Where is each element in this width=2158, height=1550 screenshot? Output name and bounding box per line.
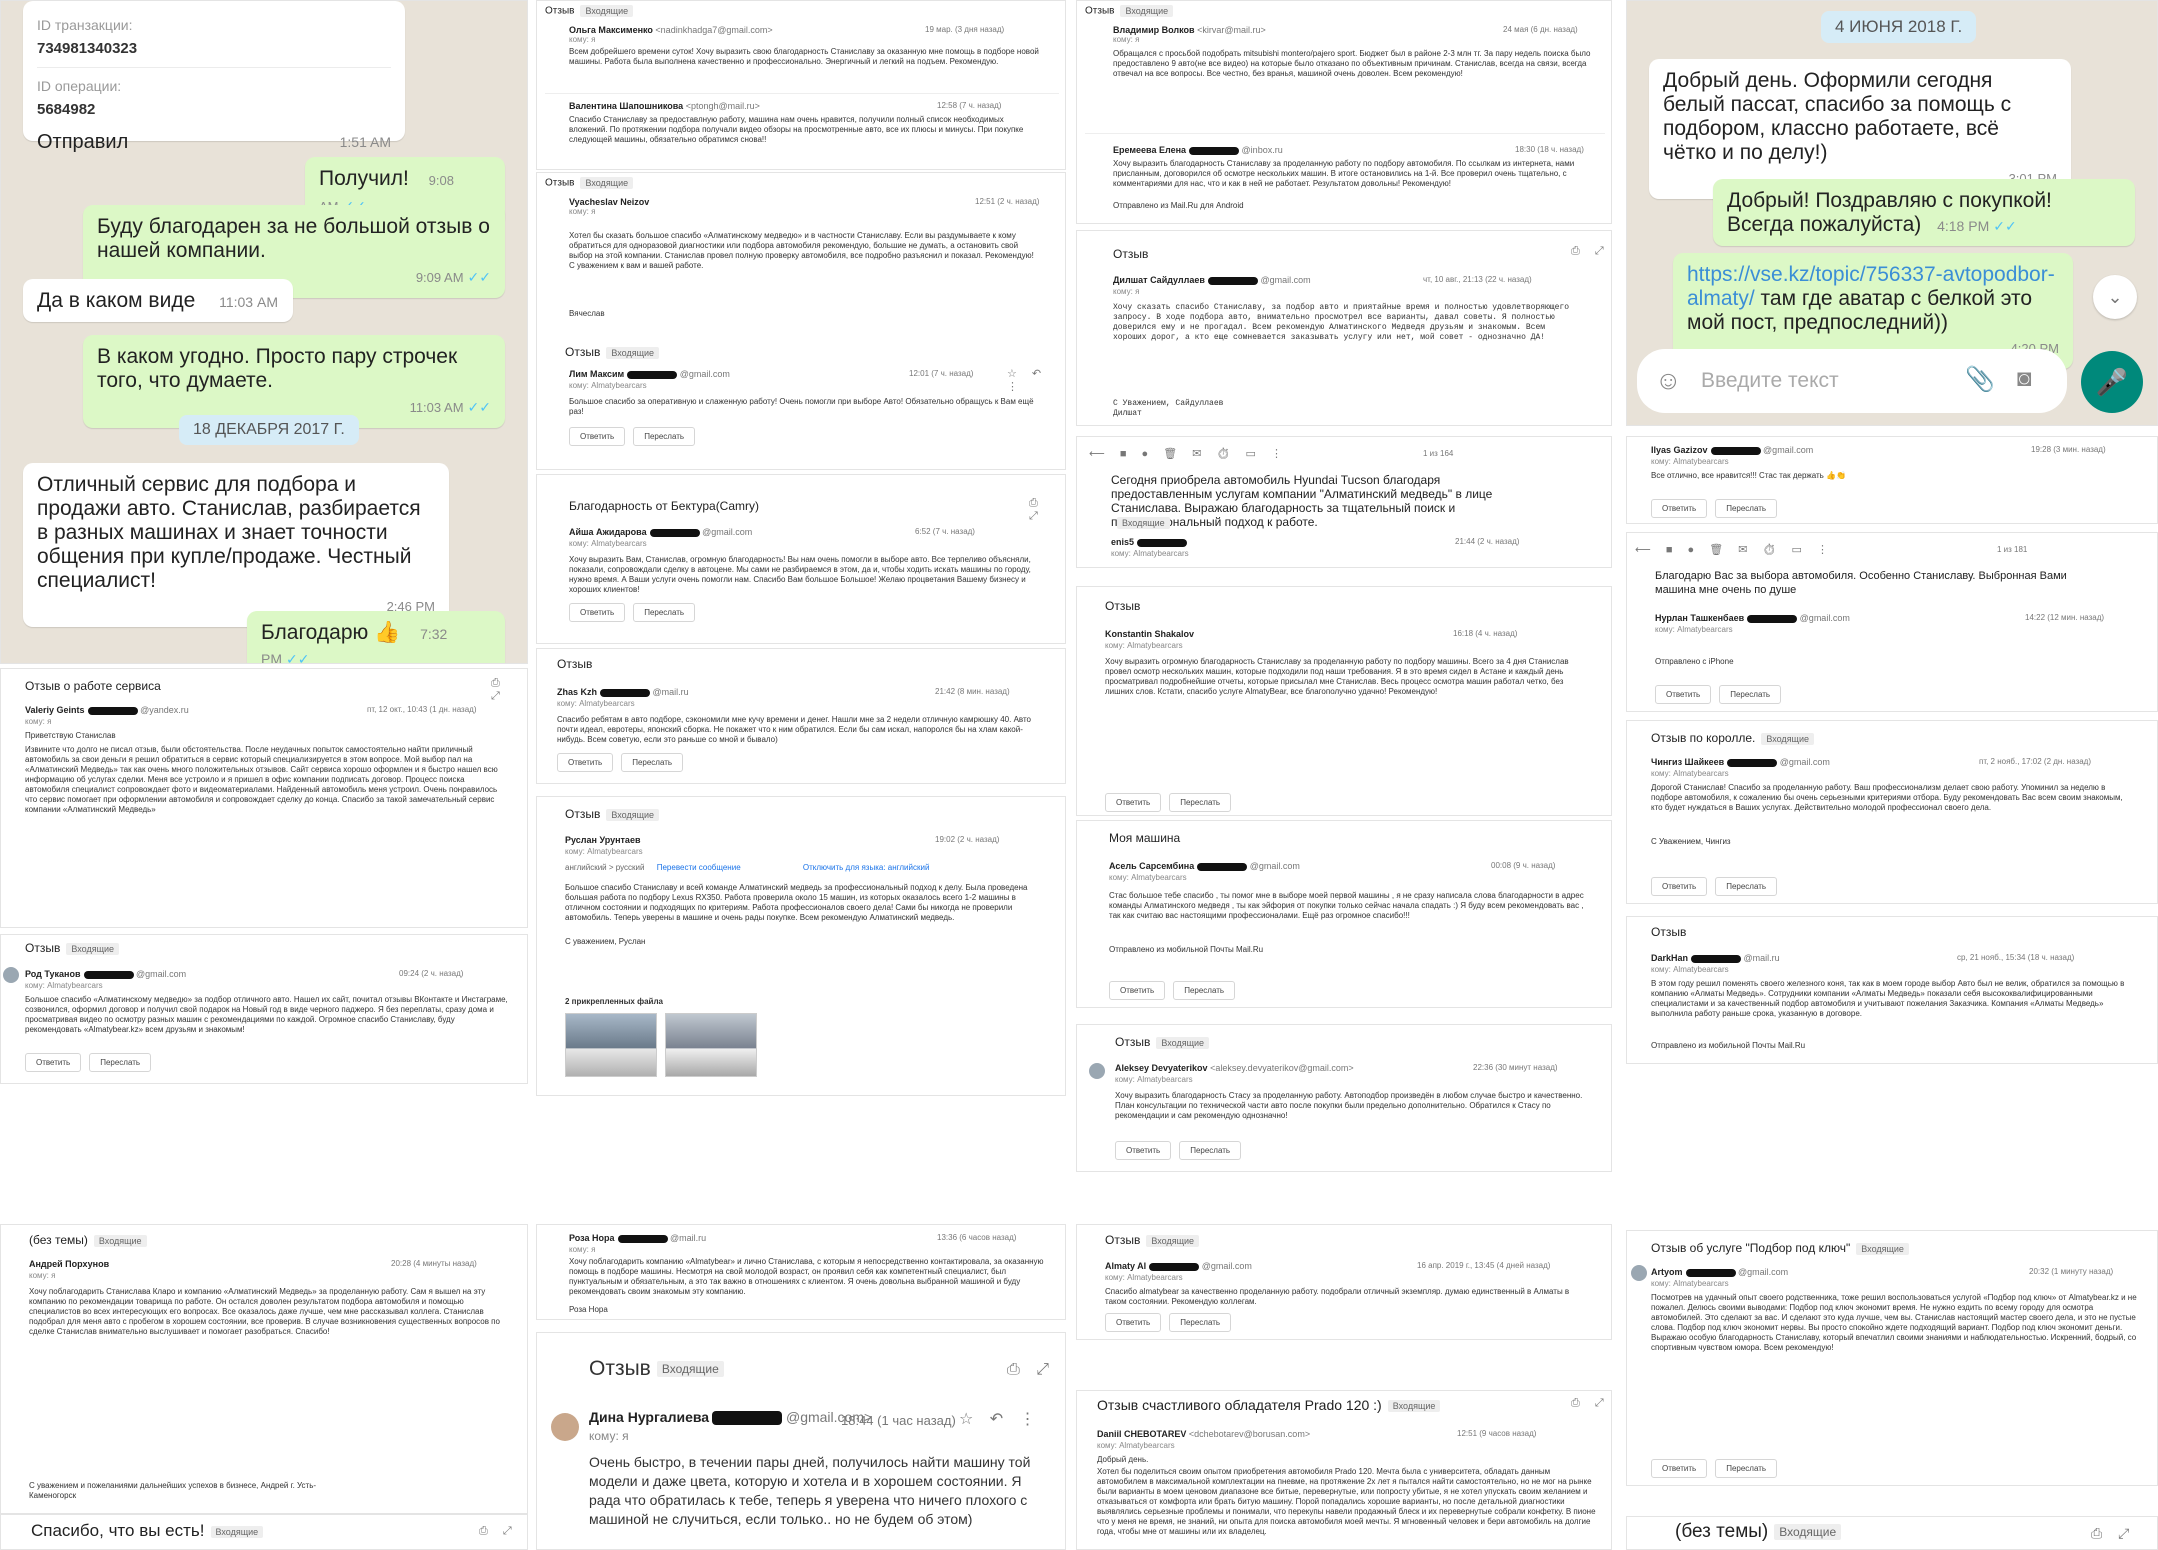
mail-card: Отзыв о работе сервиса ⎙ ⤢ Valeriy Geint… bbox=[0, 668, 528, 928]
mail-card: Отзыв Входящие Almaty Al @gmail.com кому:… bbox=[1076, 1224, 1612, 1340]
avatar bbox=[1631, 1265, 1647, 1281]
mail-card: Ilyas Gazizov @gmail.com кому: Almatybea… bbox=[1626, 436, 2158, 524]
mic-icon: 🎤 bbox=[2095, 366, 2129, 397]
avatar bbox=[1089, 1063, 1105, 1079]
forward-button[interactable]: Переслать bbox=[1715, 499, 1778, 518]
mail-card: Спасибо, что вы есть! Входящие ⎙ ⤢ bbox=[0, 1514, 528, 1550]
avatar bbox=[551, 1413, 579, 1441]
mail-card: Отзыв по королле. Входящие Чингиз Шайкеев… bbox=[1626, 720, 2158, 904]
reply-button[interactable]: Ответить bbox=[1655, 685, 1712, 704]
message-input[interactable]: Введите текст bbox=[1701, 369, 1839, 393]
mail-card: Отзыв ⎙ ⤢ Дилшат Сайдуллаев @gmail.com к… bbox=[1076, 230, 1612, 426]
forward-button[interactable]: Переслать bbox=[1715, 1459, 1778, 1478]
read-ticks-icon: ✓✓ bbox=[467, 399, 491, 415]
message-bubble: Добрый! Поздравляю с покупкой! Всегда по… bbox=[1713, 179, 2135, 246]
scroll-down-button[interactable]: ⌄ bbox=[2093, 275, 2137, 319]
mail-card: Отзыв счастливого обладателя Prado 120 :… bbox=[1076, 1390, 1612, 1550]
mail-card: Отзыв Входящие Aleksey Devyaterikov <alek… bbox=[1076, 1024, 1612, 1172]
forward-button[interactable]: Переслать bbox=[1179, 1141, 1242, 1160]
date-divider: 18 ДЕКАБРЯ 2017 Г. bbox=[179, 415, 359, 445]
emoji-icon[interactable]: ☺ bbox=[1655, 365, 1682, 396]
mail-card: Отзыв Konstantin Shakalov кому: Almatybe… bbox=[1076, 586, 1612, 816]
date-divider: 4 ИЮНЯ 2018 Г. bbox=[1821, 11, 1977, 43]
mail-card: (без темы) Входящие Андрей Порхунов кому:… bbox=[0, 1224, 528, 1514]
mail-actions[interactable]: ☆ ↶ ⋮ bbox=[1007, 367, 1065, 393]
forward-button[interactable]: Переслать bbox=[1173, 981, 1236, 1000]
reply-button[interactable]: Ответить bbox=[1651, 877, 1708, 896]
op-label: ID операции: bbox=[37, 78, 122, 94]
mail-card: Отзыв Входящие Ольга Максименко <nadinkha… bbox=[536, 0, 1066, 170]
message-bubble: Благодарю 👍 7:32 PM ✓✓ bbox=[247, 611, 505, 664]
attachment-car-image[interactable] bbox=[565, 1013, 657, 1077]
read-ticks-icon: ✓✓ bbox=[1993, 218, 2017, 234]
forward-button[interactable]: Переслать bbox=[89, 1053, 152, 1072]
forward-button[interactable]: Переслать bbox=[1169, 1313, 1232, 1332]
mail-card: Отзыв DarkHan @mail.ru кому: Almatybearc… bbox=[1626, 916, 2158, 1064]
message-input-bar[interactable]: ☺ Введите текст 📎 ◙ bbox=[1637, 349, 2067, 413]
mail-card: Благодарность от Бектура(Camry) ⎙ ⤢ Айша… bbox=[536, 474, 1066, 644]
avatar bbox=[3, 967, 19, 983]
message-bubble: Добрый день. Оформили сегодня белый пасс… bbox=[1649, 59, 2071, 199]
reply-button[interactable]: Ответить bbox=[1651, 1459, 1708, 1478]
mail-card: Отзыв Входящие Vyacheslav Neizov кому: я … bbox=[536, 172, 1066, 470]
sent-time: 1:51 AM bbox=[339, 134, 391, 150]
forward-button[interactable]: Переслать bbox=[621, 753, 684, 772]
toolbar-icons[interactable]: ⟵ ■ ● 🗑 ✉ ⏱ ▭ ⋮ bbox=[1089, 447, 1288, 460]
whatsapp-chat-right: 4 ИЮНЯ 2018 Г. Добрый день. Оформили сег… bbox=[1626, 0, 2158, 426]
mail-card: Отзыв об услуге "Подбор под ключ" Входящи… bbox=[1626, 1230, 2158, 1486]
reply-button[interactable]: Ответить bbox=[1105, 793, 1162, 812]
attachment-car-image[interactable] bbox=[665, 1013, 757, 1077]
mail-card: Отзыв Входящие Род Туканов @gmail.com ком… bbox=[0, 934, 528, 1084]
forward-button[interactable]: Переслать bbox=[1719, 685, 1782, 704]
message-bubble: Да в каком виде 11:03 AM bbox=[23, 279, 293, 322]
message-bubble: Отличный сервис для подбора и продажи ав… bbox=[23, 463, 449, 627]
read-ticks-icon: ✓✓ bbox=[286, 651, 310, 664]
translate-off-link[interactable]: Отключить для языка: английский bbox=[803, 863, 930, 872]
mic-button[interactable]: 🎤 bbox=[2081, 351, 2143, 413]
mail-card: Моя машина Асель Сарсембина @gmail.com к… bbox=[1076, 820, 1612, 1008]
reply-button[interactable]: Ответить bbox=[1651, 499, 1708, 518]
attach-icon[interactable]: 📎 bbox=[1965, 365, 1995, 394]
camera-icon[interactable]: ◙ bbox=[2017, 365, 2032, 393]
mail-card: Отзыв Zhas Kzh @mail.ru кому: Almatybear… bbox=[536, 648, 1066, 784]
mail-card: Отзыв Входящие Владимир Волков <kirvar@ma… bbox=[1076, 0, 1612, 224]
reply-button[interactable]: Ответить bbox=[1115, 1141, 1172, 1160]
txn-label: ID транзакции: bbox=[37, 17, 133, 33]
reply-button[interactable]: Ответить bbox=[25, 1053, 82, 1072]
forward-button[interactable]: Переслать bbox=[1715, 877, 1778, 896]
toolbar-icons[interactable]: ⟵ ■ ● 🗑 ✉ ⏱ ▭ ⋮ bbox=[1635, 543, 1834, 556]
forward-button[interactable]: Переслать bbox=[633, 427, 696, 446]
sent-text: Отправил bbox=[37, 131, 129, 153]
reply-button[interactable]: Ответить bbox=[1109, 981, 1166, 1000]
reply-button[interactable]: Ответить bbox=[569, 603, 626, 622]
mail-card: ⟵ ■ ● 🗑 ✉ ⏱ ▭ ⋮ 1 из 164 Сегодня приобре… bbox=[1076, 436, 1612, 568]
translate-link[interactable]: Перевести сообщение bbox=[657, 863, 741, 872]
whatsapp-chat-left: ID транзакции: 734981340323 ID операции:… bbox=[0, 0, 528, 664]
mail-card: Отзыв Входящие ⎙ ⤢ Дина Нургалиева @gmail… bbox=[536, 1332, 1066, 1550]
mail-card: Роза Нора @mail.ru кому: я 13:36 (6 часо… bbox=[536, 1224, 1066, 1320]
reply-button[interactable]: Ответить bbox=[569, 427, 626, 446]
forward-button[interactable]: Переслать bbox=[633, 603, 696, 622]
txn-value: 734981340323 bbox=[37, 40, 138, 57]
op-value: 5684982 bbox=[37, 101, 96, 118]
mail-card: ⟵ ■ ● 🗑 ✉ ⏱ ▭ ⋮ 1 из 181 Благодарю Вас з… bbox=[1626, 532, 2158, 712]
mail-card: Отзыв Входящие Руслан Урунтаев кому: Alma… bbox=[536, 796, 1066, 1096]
payment-receipt-bubble: ID транзакции: 734981340323 ID операции:… bbox=[23, 1, 405, 153]
reply-button[interactable]: Ответить bbox=[557, 753, 614, 772]
chevron-down-icon: ⌄ bbox=[2107, 286, 2123, 307]
mail-card: (без темы) Входящие ⎙ ⤢ bbox=[1626, 1516, 2158, 1550]
forward-button[interactable]: Переслать bbox=[1169, 793, 1232, 812]
reply-button[interactable]: Ответить bbox=[1105, 1313, 1162, 1332]
read-ticks-icon: ✓✓ bbox=[467, 269, 491, 285]
